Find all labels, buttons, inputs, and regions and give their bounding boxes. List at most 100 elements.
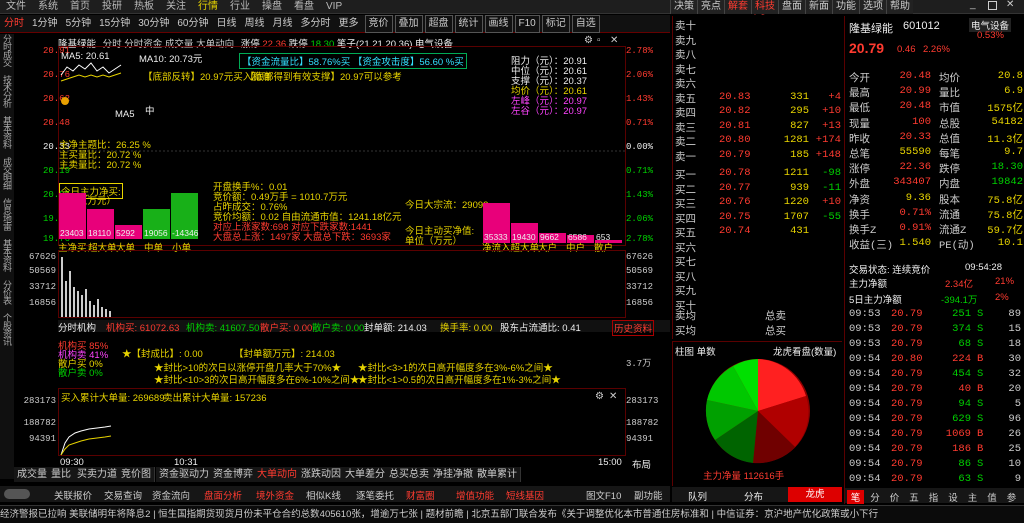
btab-diff[interactable]: 大单差分 bbox=[342, 467, 389, 482]
ptab-queue[interactable]: 队列 bbox=[688, 489, 707, 503]
rtab-8[interactable]: 参 bbox=[1003, 490, 1020, 504]
btab-cause[interactable]: 涨跌动因 bbox=[298, 467, 345, 482]
menu-board[interactable]: 看盘 bbox=[288, 0, 320, 14]
bt-tick[interactable]: 逐笔委托 bbox=[356, 488, 394, 502]
bt-wealth[interactable]: 财富圈 bbox=[406, 488, 435, 502]
tool-more[interactable]: 更多 bbox=[335, 15, 363, 33]
order-row-sell[interactable]: 卖六 bbox=[673, 76, 843, 91]
rtab-7[interactable]: 值 bbox=[984, 490, 1001, 504]
tool-multi[interactable]: 多分时 bbox=[297, 15, 335, 33]
ptab-dist[interactable]: 分布 bbox=[744, 489, 763, 503]
tool-timeshare[interactable]: 分时 bbox=[0, 15, 28, 33]
btab-auction[interactable]: 竞价图 bbox=[118, 467, 155, 482]
order-row-buy[interactable]: 买四 20.75 1707 -55 bbox=[673, 211, 843, 226]
rtab-2[interactable]: 价 bbox=[886, 490, 903, 504]
order-row-buy[interactable]: 买一 20.78 1211 -98 bbox=[673, 167, 843, 182]
menu-hot[interactable]: 热板 bbox=[128, 0, 160, 14]
tool-superpan[interactable]: 超盘 bbox=[424, 15, 453, 33]
tool-week[interactable]: 周线 bbox=[241, 15, 269, 33]
rtab-0[interactable]: 笔 bbox=[847, 490, 864, 504]
price-chart[interactable]: MA5: 20.61 MA10: 20.73元 MA5 中 【资金流量比】58.… bbox=[58, 46, 627, 247]
menu-industry[interactable]: 行业 bbox=[224, 0, 256, 14]
tool-draw[interactable]: 画线 bbox=[484, 15, 513, 33]
accum-chart[interactable]: 买入累计大单量: 269689 卖出累计大单量: 157236 ✕ ⚙ bbox=[58, 388, 626, 456]
rtab-5[interactable]: 设 bbox=[945, 490, 962, 504]
menu-quote[interactable]: 行情 bbox=[192, 0, 224, 14]
btab-net[interactable]: 净挂净撤 bbox=[430, 467, 477, 482]
tab-panel[interactable]: 盘面 bbox=[778, 0, 805, 14]
btab-force[interactable]: 买卖力道 bbox=[74, 467, 121, 482]
tab-decision[interactable]: 决策 bbox=[670, 0, 697, 14]
tool-watchlist[interactable]: 自选 bbox=[571, 15, 600, 33]
order-row-buy[interactable]: 买五 20.74 431 bbox=[673, 225, 843, 240]
accum-settings-icon[interactable]: ⚙ bbox=[595, 391, 604, 402]
menu-follow[interactable]: 关注 bbox=[160, 0, 192, 14]
bt-sub[interactable]: 副功能 bbox=[634, 488, 663, 502]
tab-function[interactable]: 功能 bbox=[832, 0, 859, 14]
bt-gene[interactable]: 短线基因 bbox=[506, 488, 544, 502]
tool-1min[interactable]: 1分钟 bbox=[28, 15, 62, 33]
tool-30min[interactable]: 30分钟 bbox=[134, 15, 173, 33]
menu-home[interactable]: 首页 bbox=[64, 0, 96, 14]
order-row-sell[interactable]: 卖一 20.79 185 +148 bbox=[673, 149, 843, 164]
tool-60min[interactable]: 60分钟 bbox=[173, 15, 212, 33]
tab-options[interactable]: 选项 bbox=[859, 0, 886, 14]
volume-chart[interactable] bbox=[58, 250, 626, 318]
order-row-sell[interactable]: 卖七 bbox=[673, 62, 843, 77]
btab-total[interactable]: 总买总卖 bbox=[386, 467, 433, 482]
tool-overlay[interactable]: 叠加 bbox=[394, 15, 423, 33]
order-row-buy[interactable]: 买六 bbox=[673, 240, 843, 255]
order-row-buy[interactable]: 买八 bbox=[673, 269, 843, 284]
bt-foreign[interactable]: 境外资金 bbox=[256, 488, 294, 502]
order-row-buy[interactable]: 买七 bbox=[673, 254, 843, 269]
order-row-buy[interactable]: 买三 20.76 1220 +10 bbox=[673, 196, 843, 211]
chart-close-icon[interactable]: ✕ bbox=[610, 35, 618, 46]
rtab-6[interactable]: 主 bbox=[964, 490, 981, 504]
order-row-sell[interactable]: 卖五 20.83 331 +4 bbox=[673, 91, 843, 106]
tool-mark[interactable]: 标记 bbox=[541, 15, 570, 33]
order-row-sell[interactable]: 卖四 20.82 295 +10 bbox=[673, 105, 843, 120]
window-controls[interactable]: _ ✕ bbox=[950, 0, 1024, 13]
order-row-sell[interactable]: 卖二 20.80 1281 +174 bbox=[673, 134, 843, 149]
tool-day[interactable]: 日线 bbox=[213, 15, 241, 33]
bt-query[interactable]: 交易查询 bbox=[104, 488, 142, 502]
order-row-sell[interactable]: 卖十 bbox=[673, 18, 843, 33]
tool-5min[interactable]: 5分钟 bbox=[62, 15, 96, 33]
btab-big-order[interactable]: 大单动向 bbox=[254, 467, 301, 482]
ptab-dragon[interactable]: 龙虎 bbox=[788, 487, 842, 502]
restore-icon[interactable]: ▫ bbox=[597, 35, 601, 46]
btab-game[interactable]: 资金博弈 bbox=[210, 467, 257, 482]
menu-trade[interactable]: 操盘 bbox=[256, 0, 288, 14]
btab-ratio[interactable]: 量比 bbox=[48, 467, 75, 482]
rtab-1[interactable]: 分 bbox=[867, 490, 884, 504]
bt-related[interactable]: 关联报价 bbox=[54, 488, 92, 502]
bt-analysis[interactable]: 盘面分析 bbox=[204, 488, 242, 502]
tool-f10[interactable]: F10 bbox=[514, 15, 540, 33]
menu-research[interactable]: 投研 bbox=[96, 0, 128, 14]
menu-system[interactable]: 系统 bbox=[32, 0, 64, 14]
btab-retail[interactable]: 散单累计 bbox=[474, 467, 521, 482]
menu-vip[interactable]: VIP bbox=[320, 0, 348, 14]
rtab-4[interactable]: 指 bbox=[925, 490, 942, 504]
tool-15min[interactable]: 15分钟 bbox=[95, 15, 134, 33]
tool-auction[interactable]: 竞价 bbox=[364, 15, 393, 33]
bt-vip[interactable]: 增值功能 bbox=[456, 488, 494, 502]
news-ticker[interactable]: 经济警报已拉响 美联储明年将降息2 | 恒生国指期货现货月份未平仓合约总数405… bbox=[0, 505, 1024, 523]
minimize-icon[interactable]: _ bbox=[970, 0, 976, 10]
bt-f10[interactable]: 图文F10 bbox=[586, 488, 621, 502]
bt-similar[interactable]: 相似K线 bbox=[306, 488, 341, 502]
rtab-3[interactable]: 五 bbox=[906, 490, 923, 504]
btab-drive[interactable]: 资金驱动力 bbox=[156, 467, 213, 482]
tab-new[interactable]: 新面 bbox=[805, 0, 832, 14]
order-row-buy[interactable]: 买九 bbox=[673, 283, 843, 298]
accum-close-icon[interactable]: ✕ bbox=[609, 391, 617, 402]
maximize-icon[interactable] bbox=[988, 1, 997, 10]
tab-unlock[interactable]: 解套 bbox=[724, 0, 751, 14]
bt-flow[interactable]: 资金流向 bbox=[152, 488, 190, 502]
tab-highlight[interactable]: 亮点 bbox=[697, 0, 724, 14]
order-row-buy[interactable]: 买二 20.77 939 -11 bbox=[673, 182, 843, 197]
order-row-buy[interactable]: 买十 bbox=[673, 298, 843, 313]
tab-tech[interactable]: 科技 bbox=[751, 0, 778, 14]
tab-help[interactable]: 帮助 bbox=[886, 0, 913, 14]
tool-stats[interactable]: 统计 bbox=[454, 15, 483, 33]
